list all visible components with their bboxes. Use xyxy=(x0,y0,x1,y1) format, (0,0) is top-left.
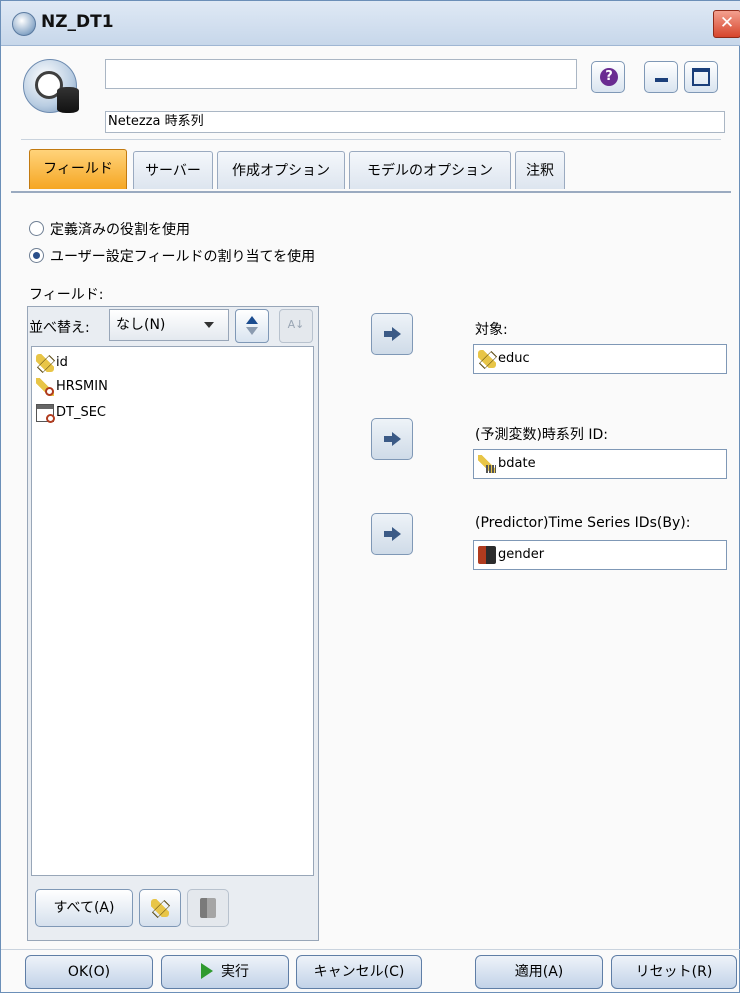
ok-button[interactable]: OK(O) xyxy=(25,955,153,989)
title-bar[interactable]: NZ_DT1 ✕ xyxy=(1,1,740,46)
tab-underline xyxy=(11,191,731,193)
sort-order-button[interactable] xyxy=(235,309,269,343)
tab-server[interactable]: サーバー xyxy=(133,151,213,189)
dialog-window: NZ_DT1 ✕ ? Netezza 時系列 フィールド サーバー 作成オプショ… xyxy=(0,0,740,993)
sort-value: なし(N) xyxy=(116,317,166,333)
target-value: educ xyxy=(498,351,530,366)
radio-label: ユーザー設定フィールドの割り当てを使用 xyxy=(50,249,316,265)
radio-button-selected[interactable] xyxy=(29,248,44,263)
by-label: (Predictor)Time Series IDs(By): xyxy=(475,515,691,531)
tab-fields[interactable]: フィールド xyxy=(29,149,127,189)
tab-annotations[interactable]: 注釈 xyxy=(515,151,565,189)
apply-button[interactable]: 適用(A) xyxy=(475,955,603,989)
node-diamond-icon xyxy=(12,12,36,36)
maximize-button[interactable] xyxy=(684,61,718,93)
tab-model-options[interactable]: モデルのオプション xyxy=(349,151,511,189)
close-button[interactable]: ✕ xyxy=(713,10,740,38)
select-continuous-button[interactable] xyxy=(139,889,181,927)
list-item[interactable]: DT_SEC xyxy=(36,403,106,423)
header-divider xyxy=(21,139,721,140)
target-field[interactable]: educ xyxy=(473,344,727,374)
field-list[interactable]: id HRSMIN DT_SEC xyxy=(31,346,314,876)
continuous-ruler-icon xyxy=(36,353,54,372)
calendar-time-icon xyxy=(36,403,55,423)
sort-dropdown[interactable]: なし(N) xyxy=(109,309,229,341)
run-label: 実行 xyxy=(221,964,249,980)
continuous-ruler-icon xyxy=(478,349,496,368)
play-icon xyxy=(201,963,213,979)
field-name: DT_SEC xyxy=(56,405,106,420)
sort-up-icon xyxy=(246,316,258,324)
maximize-icon xyxy=(692,68,710,86)
move-to-tsid-button[interactable] xyxy=(371,418,413,460)
reset-button[interactable]: リセット(R) xyxy=(611,955,737,989)
tsid-value: bdate xyxy=(498,456,536,471)
ordinal-time-icon xyxy=(36,377,54,396)
select-flag-button[interactable] xyxy=(187,889,229,927)
radio-custom-assignments[interactable]: ユーザー設定フィールドの割り当てを使用 xyxy=(29,247,315,267)
tsid-field[interactable]: bdate xyxy=(473,449,727,479)
fields-label: フィールド: xyxy=(29,287,104,303)
field-name: HRSMIN xyxy=(56,379,108,394)
select-all-button[interactable]: すべて(A) xyxy=(35,889,133,927)
sort-down-icon xyxy=(246,327,258,335)
sort-label: 並べ替え: xyxy=(29,320,90,336)
minimize-button[interactable] xyxy=(644,61,678,93)
flag-icon xyxy=(200,898,216,918)
field-name: id xyxy=(56,355,68,370)
tsid-label: (予測変数)時系列 ID: xyxy=(475,427,608,443)
database-icon xyxy=(57,87,79,113)
radio-button[interactable] xyxy=(29,221,44,236)
minimize-icon xyxy=(655,78,668,82)
timeseries-database-icon xyxy=(23,59,83,121)
arrow-right-icon xyxy=(384,527,402,541)
tab-bar: フィールド サーバー 作成オプション モデルのオプション 注釈 xyxy=(11,149,731,191)
arrow-right-icon xyxy=(384,432,402,446)
window-title: NZ_DT1 xyxy=(41,12,114,32)
node-name-input[interactable] xyxy=(105,59,577,89)
move-to-target-button[interactable] xyxy=(371,313,413,355)
ruler-icon xyxy=(151,899,169,917)
cancel-button[interactable]: キャンセル(C) xyxy=(296,955,422,989)
move-to-by-button[interactable] xyxy=(371,513,413,555)
footer-divider xyxy=(1,949,740,950)
ordinal-histogram-icon xyxy=(478,454,496,473)
chevron-down-icon xyxy=(204,322,214,328)
flag-icon xyxy=(478,545,496,564)
target-label: 対象: xyxy=(475,322,508,338)
radio-label: 定義済みの役割を使用 xyxy=(50,222,190,238)
list-item[interactable]: HRSMIN xyxy=(36,377,108,397)
help-button[interactable]: ? xyxy=(591,61,625,93)
list-item[interactable]: id xyxy=(36,353,68,373)
node-type-label: Netezza 時系列 xyxy=(105,111,725,133)
run-button[interactable]: 実行 xyxy=(161,955,289,989)
by-value: gender xyxy=(498,547,545,562)
help-icon: ? xyxy=(600,68,618,86)
arrow-right-icon xyxy=(384,327,402,341)
radio-predefined-roles[interactable]: 定義済みの役割を使用 xyxy=(29,220,190,240)
by-field[interactable]: gender xyxy=(473,540,727,570)
tab-build-options[interactable]: 作成オプション xyxy=(217,151,345,189)
sort-alpha-button[interactable]: A↓ xyxy=(279,309,313,343)
